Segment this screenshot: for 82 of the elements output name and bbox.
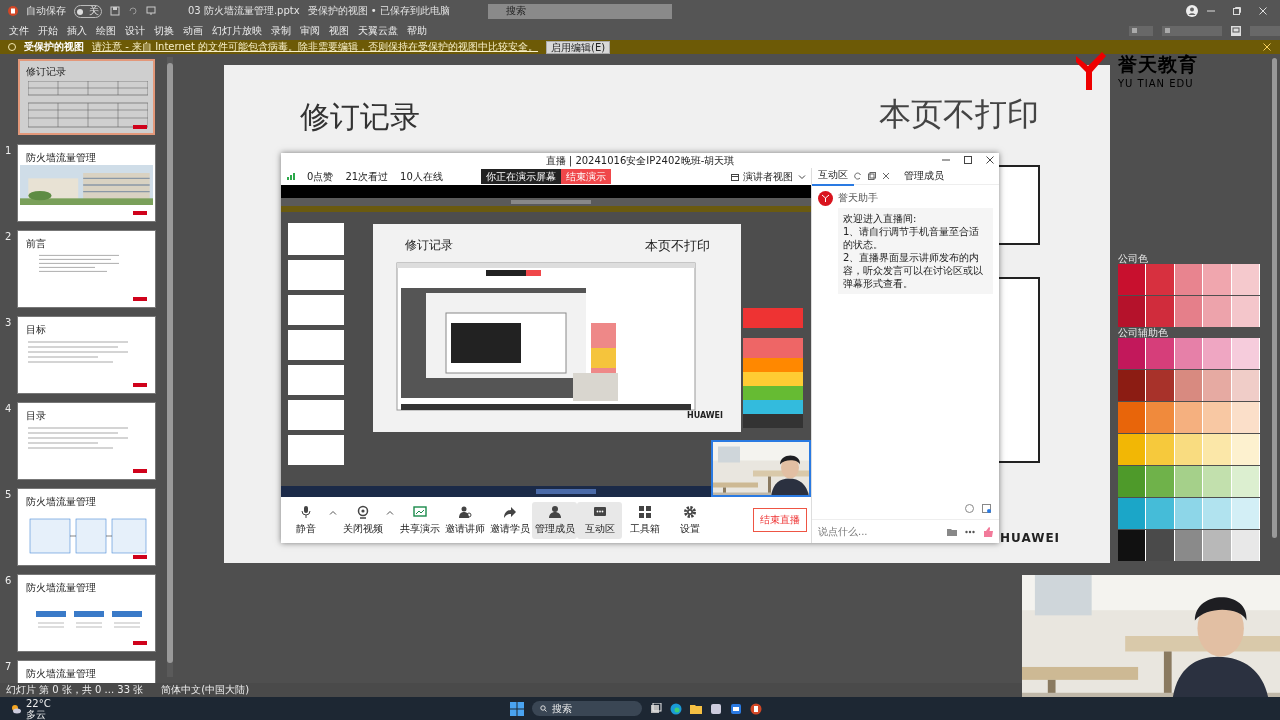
slide-number: 1 xyxy=(4,145,13,156)
taskbar-search[interactable]: 搜索 xyxy=(532,701,642,716)
file-name: 03 防火墙流量管理.pptx xyxy=(188,4,300,18)
toolbar-button[interactable]: 设置 xyxy=(667,501,712,539)
file-status: 受保护的视图 • 已保存到此电脑 xyxy=(307,4,450,18)
ribbon-tab[interactable]: 幻灯片放映 xyxy=(212,24,262,38)
window-title: 直播 | 20241016安全IP2402晚班-胡天琪 xyxy=(545,153,735,168)
slide-title: 修订记录 xyxy=(405,237,453,254)
slide-thumbnail[interactable]: 防火墙流量管理 xyxy=(18,145,155,221)
protected-view-message: 请注意 - 来自 Internet 的文件可能包含病毒。除非需要编辑，否则保持在受保护的视图中比较安全。 xyxy=(92,41,539,53)
sender-name: 誉天助手 xyxy=(838,191,879,205)
ribbon-tab[interactable]: 插入 xyxy=(67,24,87,38)
ribbon-tab[interactable]: 切换 xyxy=(154,24,174,38)
language-status: 简体中文(中国大陆) xyxy=(161,684,250,696)
ribbon-tab[interactable]: 视图 xyxy=(329,24,349,38)
message-text: 欢迎进入直播间: xyxy=(843,212,918,225)
search-field[interactable]: 搜索 xyxy=(487,3,672,19)
toolbar-button[interactable]: 管理成员 xyxy=(532,501,577,539)
view-mode-dropdown[interactable]: 演讲者视图 xyxy=(743,170,793,184)
presenting-banner: 你正在演示屏幕 xyxy=(481,169,561,184)
slide-thumbnail[interactable]: 防火墙流量管理 xyxy=(18,489,155,565)
message-text: 2、直播界面显示讲师发布的内容，听众发言可以在讨论区或以弹幕形式查看。 xyxy=(843,251,984,290)
palette-heading: 公司色 xyxy=(1118,254,1149,264)
weather-text: 多云 xyxy=(26,708,47,720)
slide-number: 5 xyxy=(4,489,13,500)
ribbon-tab[interactable]: 文件 xyxy=(9,24,29,38)
toolbar-button[interactable]: 互动区 xyxy=(577,501,622,539)
slide-thumbnail[interactable]: 目录 xyxy=(18,403,155,479)
ribbon-tab[interactable]: 开始 xyxy=(38,24,58,38)
toolbar-button[interactable]: 邀请学员 xyxy=(487,501,532,539)
slide-number: 2 xyxy=(4,231,13,242)
message-input[interactable]: 说点什么... xyxy=(818,524,939,539)
thumbnail-title: 防火墙流量管理 xyxy=(26,151,97,165)
brand-text: HUAWEI xyxy=(687,411,724,420)
message-text: 1、请自行调节手机音量至合适的状态。 xyxy=(843,225,981,251)
thumbnail-title: 防火墙流量管理 xyxy=(26,495,97,509)
toolbar-button[interactable]: 关闭视频 xyxy=(340,501,385,539)
slide-thumbnail[interactable]: 修订记录 xyxy=(18,59,155,135)
ribbon-tab[interactable]: 动画 xyxy=(183,24,203,38)
slide-number: 6 xyxy=(4,575,13,586)
toolbar-button[interactable]: 邀请讲师 xyxy=(442,501,487,539)
ribbon-tab[interactable]: 录制 xyxy=(271,24,291,38)
toolbar-button[interactable]: 共享演示 xyxy=(397,501,442,539)
temperature-text: 22°C xyxy=(26,697,51,709)
toolbar-button[interactable]: 静音 xyxy=(283,501,328,539)
protected-view-title: 受保护的视图 xyxy=(24,41,84,53)
slide-thumbnail[interactable]: 目标 xyxy=(18,317,155,393)
logo-text: 誉天教育 xyxy=(1118,51,1198,77)
ribbon-tab[interactable]: 天翼云盘 xyxy=(358,24,398,38)
slide-number: 4 xyxy=(4,403,13,414)
stop-presenting-button[interactable]: 结束演示 xyxy=(561,169,611,184)
ribbon-tab[interactable]: 帮助 xyxy=(407,24,427,38)
stat-text: 21次看过 xyxy=(345,169,389,184)
thumbnail-title: 目录 xyxy=(26,409,47,423)
slide-count: 幻灯片 第 0 张，共 0 ... 33 张 xyxy=(6,684,144,696)
thumbnail-title: 修订记录 xyxy=(26,65,67,79)
slide-note: 本页不打印 xyxy=(645,237,710,255)
toolbar-button[interactable]: 工具箱 xyxy=(622,501,667,539)
ribbon-tab[interactable]: 设计 xyxy=(125,24,145,38)
slide-number: 7 xyxy=(4,661,13,672)
brand-text: HUAWEI xyxy=(1000,531,1061,545)
palette-heading: 公司辅助色 xyxy=(1118,328,1169,338)
slide-thumbnail[interactable]: 前言 xyxy=(18,231,155,307)
end-live-button[interactable]: 结束直播 xyxy=(753,508,807,532)
slide-thumbnail[interactable]: 防火墙流量管理 xyxy=(18,575,155,651)
thumbnail-title: 前言 xyxy=(26,237,47,251)
enable-editing-button[interactable]: 启用编辑(E) xyxy=(546,40,611,54)
stat-text: 10人在线 xyxy=(400,169,443,184)
thumbnail-title: 防火墙流量管理 xyxy=(26,667,97,681)
autosave-label: 自动保存 xyxy=(26,4,66,18)
thumbnail-title: 目标 xyxy=(26,323,47,337)
panel-tab[interactable]: 管理成员 xyxy=(898,167,950,185)
slide-number: 3 xyxy=(4,317,13,328)
thumbnail-title: 防火墙流量管理 xyxy=(26,581,97,595)
slide-note: 本页不打印 xyxy=(879,94,1039,135)
ribbon-tab[interactable]: 绘图 xyxy=(96,24,116,38)
logo-subtitle: YU TIAN EDU xyxy=(1118,77,1195,89)
stat-text: 0点赞 xyxy=(307,169,334,184)
panel-tab[interactable]: 互动区 xyxy=(812,166,854,186)
slide-thumbnail[interactable]: 防火墙流量管理 xyxy=(18,661,155,683)
slide-title: 修订记录 xyxy=(300,98,420,136)
ribbon-tab[interactable]: 审阅 xyxy=(300,24,320,38)
